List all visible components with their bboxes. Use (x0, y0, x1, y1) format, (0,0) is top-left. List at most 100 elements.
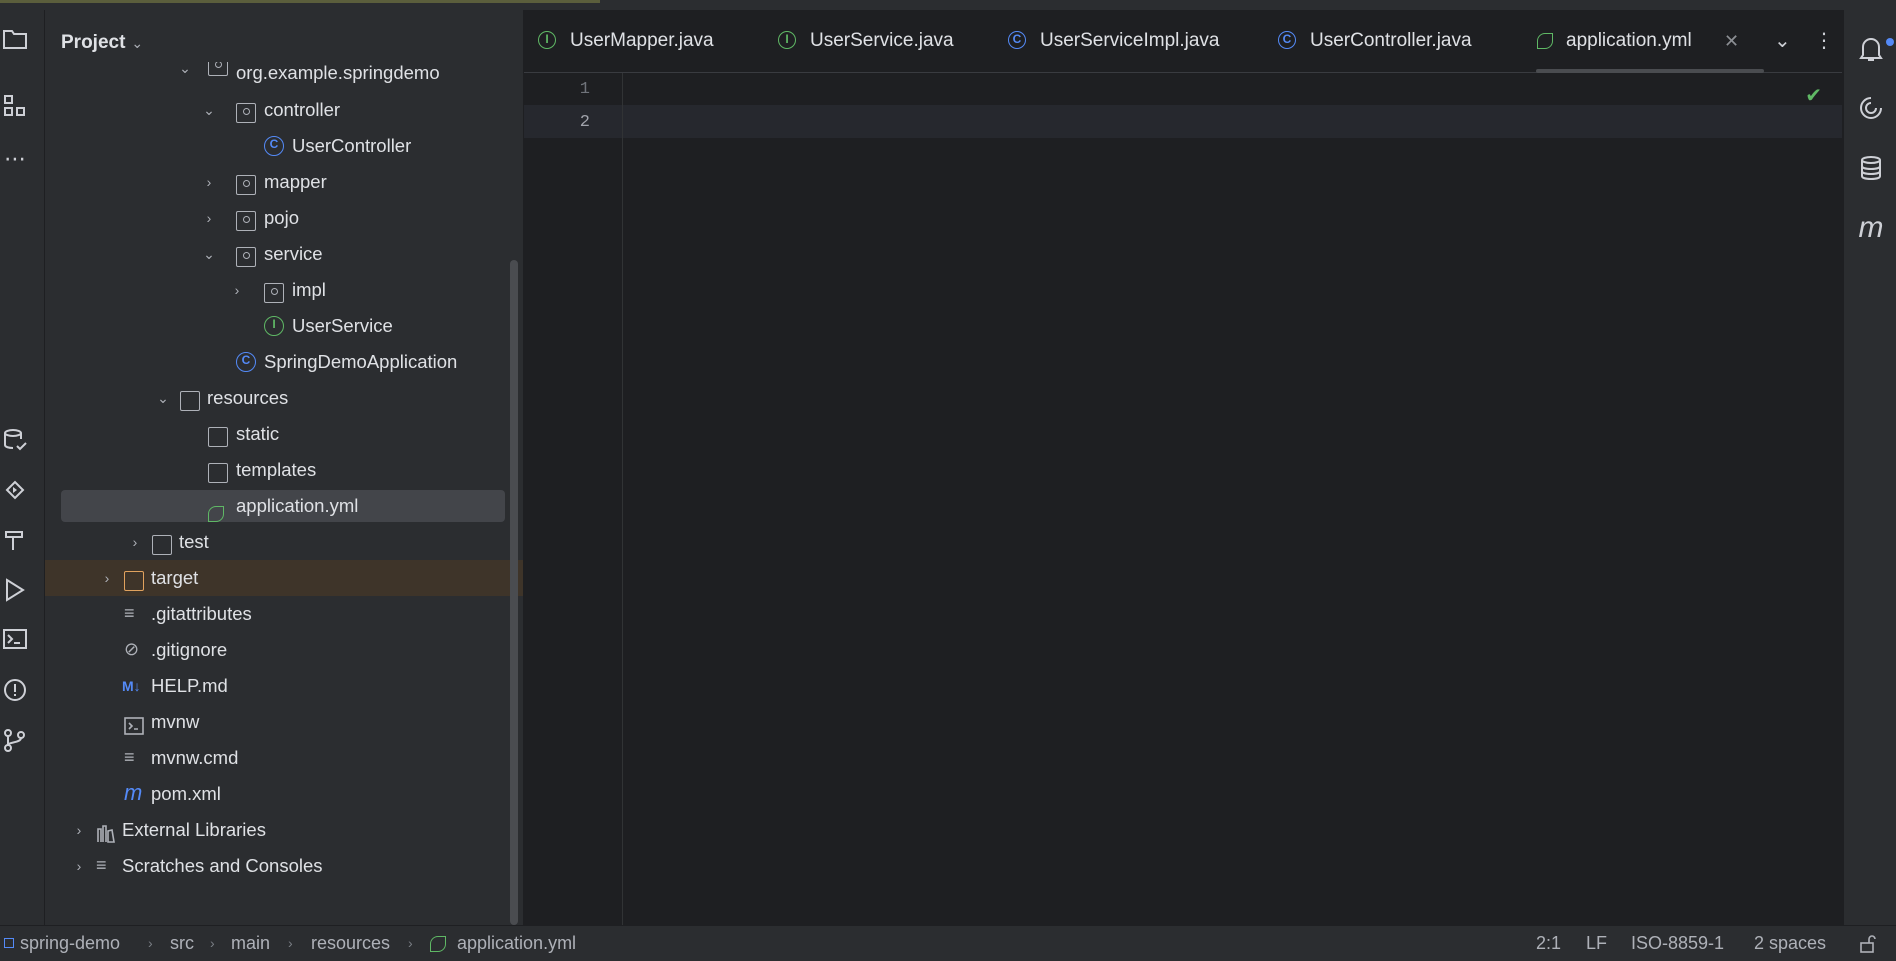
structure-icon[interactable] (0, 94, 30, 124)
tab-application-yml[interactable]: application.yml ✕ (1536, 10, 1764, 73)
tree-item-label: org.example.springdemo (236, 62, 440, 83)
tab-label: UserService.java (810, 30, 954, 51)
breadcrumb-item[interactable]: resources (311, 926, 390, 961)
tree-row[interactable]: templates (45, 452, 523, 488)
tree-item-label: controller (264, 99, 341, 120)
tree-row[interactable]: ⌄ service (45, 236, 523, 272)
chevron-right-icon[interactable]: › (229, 272, 245, 308)
ai-assistant-icon[interactable] (1856, 95, 1886, 125)
chevron-right-icon[interactable]: › (127, 524, 143, 560)
package-icon (236, 103, 256, 123)
resource-folder-icon (180, 391, 200, 411)
line-number-gutter: 1 2 (524, 73, 623, 925)
scratches-icon: ≡ (96, 855, 107, 875)
notifications-bell-icon[interactable] (1856, 35, 1894, 65)
build-hammer-icon[interactable] (0, 528, 30, 558)
tree-row[interactable]: C SpringDemoApplication (45, 344, 523, 380)
tree-row[interactable]: › ≡ Scratches and Consoles (45, 848, 523, 884)
chevron-down-icon[interactable]: ⌄ (201, 92, 217, 128)
run-icon[interactable] (0, 578, 30, 608)
indent-setting[interactable]: 2 spaces (1754, 926, 1826, 961)
close-icon[interactable]: ✕ (1724, 10, 1739, 72)
breadcrumb-item[interactable]: spring-demo (20, 926, 120, 961)
tree-row[interactable]: › External Libraries (45, 812, 523, 848)
tree-row[interactable]: ⌄ controller (45, 92, 523, 128)
file-encoding[interactable]: ISO-8859-1 (1631, 926, 1724, 961)
interface-icon: I (538, 31, 556, 49)
problems-icon[interactable] (0, 678, 30, 708)
class-icon: C (1008, 31, 1026, 49)
interface-icon: I (264, 316, 284, 336)
more-tools-icon[interactable]: ⋯ (0, 144, 30, 174)
tree-row[interactable]: ⌄ resources (45, 380, 523, 416)
tree-row[interactable]: mvnw (45, 704, 523, 740)
top-highlight (0, 0, 600, 3)
tree-item-label: application.yml (236, 495, 359, 516)
tree-row[interactable]: ⊘ .gitignore (45, 632, 523, 668)
tree-row[interactable]: › target (45, 560, 523, 596)
spring-class-icon: C (236, 352, 256, 372)
tree-row[interactable]: m pom.xml (45, 776, 523, 812)
terminal-icon[interactable] (0, 628, 30, 658)
tree-row[interactable]: static (45, 416, 523, 452)
breadcrumb-item[interactable]: src (170, 926, 194, 961)
tree-item-label: static (236, 423, 280, 444)
package-icon (264, 283, 284, 303)
libraries-icon (96, 820, 116, 843)
package-icon (236, 247, 256, 267)
tree-row[interactable]: › impl (45, 272, 523, 308)
line-number: 1 (579, 80, 590, 99)
tree-row[interactable]: › mapper (45, 164, 523, 200)
chevron-down-icon[interactable]: ⌄ (131, 35, 143, 51)
tree-item-label: HELP.md (151, 675, 228, 696)
no-problems-check-icon[interactable]: ✔ (1805, 83, 1822, 108)
tree-row[interactable]: I UserService (45, 308, 523, 344)
tree-row[interactable]: M↓ HELP.md (45, 668, 523, 704)
chevron-down-icon[interactable]: ⌄ (1774, 10, 1791, 72)
tree-row[interactable]: › test (45, 524, 523, 560)
tree-item-label: mvnw.cmd (151, 747, 239, 768)
code-editor[interactable]: 1 2 ✔ (524, 73, 1842, 925)
tree-row[interactable]: ⌄ org.example.springdemo (45, 62, 523, 84)
chevron-right-icon[interactable]: › (201, 164, 217, 200)
git-branch-icon[interactable] (0, 728, 30, 758)
spring-config-icon (430, 936, 446, 952)
breadcrumb-separator-icon: › (288, 935, 293, 951)
tree-item-label: mvnw (151, 711, 200, 732)
chevron-down-icon[interactable]: ⌄ (201, 236, 217, 272)
breadcrumb-item[interactable]: application.yml (457, 926, 576, 961)
chevron-right-icon[interactable]: › (71, 812, 87, 848)
breadcrumb-separator-icon: › (148, 935, 153, 951)
status-bar: spring-demo › src › main › resources › a… (0, 925, 1896, 961)
caret-position[interactable]: 2:1 (1536, 926, 1561, 961)
services-icon[interactable] (0, 478, 30, 508)
database-check-icon[interactable] (0, 428, 30, 458)
breadcrumb-separator-icon: › (210, 935, 215, 951)
breadcrumb-separator-icon: › (408, 935, 413, 951)
chevron-right-icon[interactable]: › (99, 560, 115, 596)
breadcrumb-item[interactable]: main (231, 926, 270, 961)
lock-icon[interactable] (1858, 934, 1878, 954)
tree-row-selected[interactable]: application.yml (45, 488, 523, 524)
right-toolbar: m (1843, 10, 1896, 925)
tree-item-label: test (179, 531, 209, 552)
tree-row[interactable]: C UserController (45, 128, 523, 164)
maven-icon[interactable]: m (1856, 213, 1886, 243)
project-view-selector[interactable]: Project ⌄ (61, 32, 143, 54)
project-title: Project (61, 32, 126, 53)
chevron-right-icon[interactable]: › (71, 848, 87, 884)
line-separator[interactable]: LF (1586, 926, 1607, 961)
tree-row[interactable]: ≡ .gitattributes (45, 596, 523, 632)
tree-row[interactable]: › pojo (45, 200, 523, 236)
tree-item-label: service (264, 243, 323, 264)
spring-config-icon (208, 498, 228, 522)
left-toolbar: ⋯ (0, 10, 45, 925)
markdown-icon: M↓ (122, 678, 141, 694)
project-scrollbar[interactable] (510, 260, 518, 925)
tree-row[interactable]: ≡ mvnw.cmd (45, 740, 523, 776)
chevron-down-icon[interactable]: ⌄ (155, 380, 171, 416)
chevron-right-icon[interactable]: › (201, 200, 217, 236)
database-icon[interactable] (1856, 155, 1886, 185)
project-folder-icon[interactable] (0, 28, 30, 58)
more-options-icon[interactable]: ⋮ (1814, 10, 1834, 72)
